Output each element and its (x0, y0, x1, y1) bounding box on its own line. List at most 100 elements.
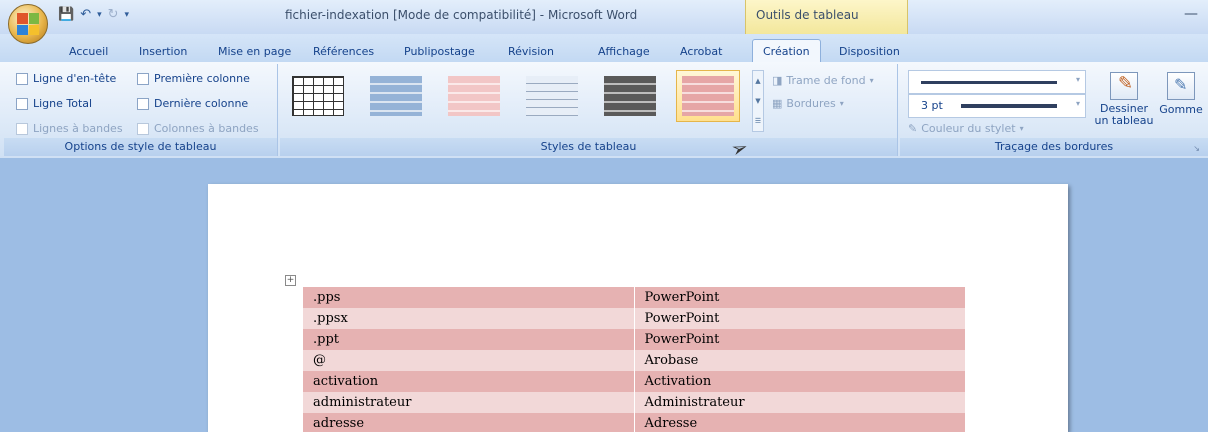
table-style-preview (526, 76, 578, 116)
first-column-checkbox[interactable]: Première colonne (137, 72, 250, 85)
ribbon: Ligne d'en-tête Ligne Total Lignes à ban… (0, 62, 1208, 158)
group-style-options: Ligne d'en-tête Ligne Total Lignes à ban… (4, 64, 278, 156)
last-column-checkbox[interactable]: Dernière colonne (137, 97, 248, 110)
checkbox-label: Dernière colonne (154, 97, 249, 110)
line-style-dropdown[interactable]: ▾ (908, 70, 1086, 94)
table-row: administrateur Administrateur (303, 392, 966, 413)
dropdown-icon: ▾ (1075, 75, 1080, 84)
table-cell[interactable]: Adresse (634, 413, 966, 432)
customize-qat-icon[interactable]: ▾ (125, 10, 130, 20)
table-cell[interactable]: activation (303, 371, 635, 392)
draw-table-button[interactable]: ✎ Dessiner un tableau (1092, 72, 1156, 127)
word-window: 💾 ↶ ▾ ↻ ▾ fichier-indexation [Mode de co… (0, 0, 1208, 432)
borders-button[interactable]: ▦ Bordures ▾ (772, 97, 844, 110)
tab-acrobat[interactable]: Acrobat (680, 45, 722, 58)
table-cell[interactable]: .ppsx (303, 308, 635, 329)
checkbox-box (137, 122, 149, 135)
tab-publipostage[interactable]: Publipostage (404, 45, 475, 58)
gallery-scrollbar[interactable]: ▲ ▼ ☰ (752, 70, 764, 132)
line-style-sample (921, 81, 1057, 84)
table-move-handle-icon[interactable]: + (285, 275, 296, 286)
office-button[interactable] (8, 4, 48, 44)
redo-icon[interactable]: ↻ (108, 7, 119, 22)
line-weight-dropdown[interactable]: 3 pt ▾ (908, 94, 1086, 118)
table-cell[interactable]: Administrateur (634, 392, 966, 413)
window-title: fichier-indexation [Mode de compatibilit… (285, 8, 638, 22)
borders-label: Bordures (786, 97, 836, 110)
pen-icon: ✎ (908, 122, 918, 135)
tab-affichage[interactable]: Affichage (598, 45, 650, 58)
table-row: .ppt PowerPoint (303, 329, 966, 350)
tab-accueil[interactable]: Accueil (69, 45, 108, 58)
tab-disposition[interactable]: Disposition (839, 45, 900, 58)
save-icon[interactable]: 💾 (58, 7, 74, 22)
scroll-down-icon[interactable]: ▼ (755, 97, 760, 105)
checkbox-box (16, 97, 28, 110)
table-style-rose-selected[interactable] (676, 70, 740, 122)
minimize-icon[interactable]: — (1184, 6, 1198, 22)
dialog-launcher-icon[interactable]: ↘ (1193, 144, 1200, 153)
gallery-more-icon[interactable]: ☰ (755, 117, 761, 125)
eraser-icon: ✎ (1167, 72, 1195, 100)
eraser-label: Gomme (1159, 103, 1203, 116)
scroll-up-icon[interactable]: ▲ (755, 77, 760, 85)
table-cell[interactable]: PowerPoint (634, 308, 966, 329)
borders-icon: ▦ (772, 97, 783, 110)
ribbon-tabs: Accueil Insertion Mise en page Référence… (0, 34, 1208, 62)
banded-columns-checkbox[interactable]: Colonnes à bandes (137, 122, 259, 135)
table-row: adresse Adresse (303, 413, 966, 432)
line-weight-sample (961, 104, 1057, 108)
table-cell[interactable]: administrateur (303, 392, 635, 413)
table-style-preview (292, 76, 344, 116)
table-cell[interactable]: @ (303, 350, 635, 371)
table-style-preview (370, 76, 422, 116)
group-label: Styles de tableau (280, 138, 897, 156)
dropdown-icon: ▾ (839, 99, 844, 108)
tab-revision[interactable]: Révision (508, 45, 554, 58)
quick-access-toolbar: 💾 ↶ ▾ ↻ ▾ (58, 7, 129, 22)
table-cell[interactable]: Activation (634, 371, 966, 392)
table-cell[interactable]: PowerPoint (634, 287, 966, 308)
draw-table-label: Dessiner un tableau (1094, 102, 1154, 127)
checkbox-box (137, 72, 149, 85)
checkbox-label: Première colonne (154, 72, 250, 85)
title-bar: 💾 ↶ ▾ ↻ ▾ fichier-indexation [Mode de co… (0, 0, 1208, 34)
header-row-checkbox[interactable]: Ligne d'en-tête (16, 72, 116, 85)
banded-rows-checkbox[interactable]: Lignes à bandes (16, 122, 123, 135)
table-style-plain[interactable] (520, 70, 584, 122)
table-style-preview (448, 76, 500, 116)
table-style-grid[interactable] (286, 70, 350, 122)
shading-button[interactable]: ◨ Trame de fond ▾ (772, 74, 874, 87)
group-table-styles: ▲ ▼ ☰ ◨ Trame de fond ▾ ▦ Bordures ▾ Styles … (280, 64, 898, 156)
table-cell[interactable]: .ppt (303, 329, 635, 350)
table-cell[interactable]: adresse (303, 413, 635, 432)
undo-dropdown-icon[interactable]: ▾ (97, 10, 102, 20)
table-cell[interactable]: .pps (303, 287, 635, 308)
total-row-checkbox[interactable]: Ligne Total (16, 97, 92, 110)
checkbox-box (137, 97, 149, 110)
table-cell[interactable]: Arobase (634, 350, 966, 371)
tab-creation[interactable]: Création (752, 39, 821, 62)
table-style-red[interactable] (442, 70, 506, 122)
pen-color-button[interactable]: ✎ Couleur du stylet ▾ (908, 122, 1024, 135)
table-row: .ppsx PowerPoint (303, 308, 966, 329)
tab-references[interactable]: Références (313, 45, 374, 58)
table-cell[interactable]: PowerPoint (634, 329, 966, 350)
line-weight-value: 3 pt (921, 99, 943, 112)
table-row: .pps PowerPoint (303, 287, 966, 308)
eraser-button[interactable]: ✎ Gomme (1158, 72, 1204, 116)
context-tools-label: Outils de tableau (756, 8, 859, 22)
checkbox-box (16, 72, 28, 85)
context-tools-header: Outils de tableau (745, 0, 908, 34)
undo-icon[interactable]: ↶ (80, 7, 91, 22)
document-table: .pps PowerPoint .ppsx PowerPoint .ppt Power… (303, 287, 966, 432)
document-page: + .pps PowerPoint .ppsx PowerPoint .ppt Pow… (208, 184, 1068, 432)
tab-mise-en-page[interactable]: Mise en page (218, 45, 291, 58)
table-style-blue[interactable] (364, 70, 428, 122)
paint-bucket-icon: ◨ (772, 74, 783, 87)
table-style-dark[interactable] (598, 70, 662, 122)
table-style-preview (604, 76, 656, 116)
table-style-preview (682, 76, 734, 116)
tab-insertion[interactable]: Insertion (139, 45, 187, 58)
dropdown-icon: ▾ (869, 76, 874, 85)
